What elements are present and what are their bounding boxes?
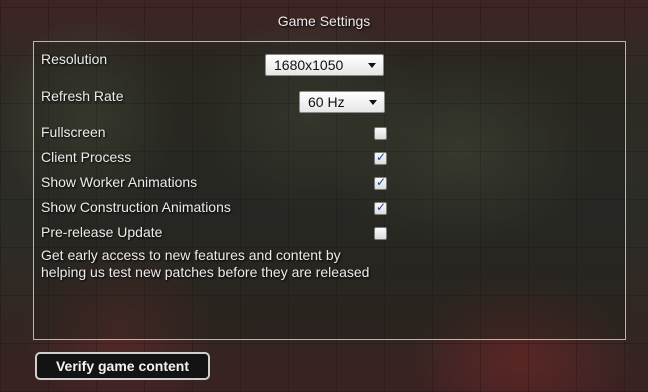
refresh-rate-label: Refresh Rate bbox=[41, 88, 124, 104]
show-construction-animations-checkbox[interactable]: ✓ bbox=[374, 200, 387, 215]
prerelease-update-label: Pre-release Update bbox=[41, 224, 163, 240]
chevron-down-icon bbox=[368, 63, 376, 68]
show-worker-animations-checkbox[interactable]: ✓ bbox=[374, 175, 387, 190]
verify-game-content-button[interactable]: Verify game content bbox=[35, 352, 210, 380]
resolution-value: 1680x1050 bbox=[274, 57, 344, 73]
checkmark-icon: ✓ bbox=[376, 150, 387, 164]
prerelease-description: Get early access to new features and con… bbox=[41, 247, 370, 280]
fullscreen-checkbox[interactable]: ✓ bbox=[374, 127, 387, 140]
client-process-label: Client Process bbox=[41, 149, 132, 165]
chevron-down-icon bbox=[369, 100, 377, 105]
checkmark-icon: ✓ bbox=[376, 175, 387, 189]
resolution-select[interactable]: 1680x1050 bbox=[265, 54, 384, 76]
resolution-label: Resolution bbox=[41, 51, 108, 67]
prerelease-update-checkbox[interactable]: ✓ bbox=[374, 227, 387, 240]
client-process-checkbox[interactable]: ✓ bbox=[374, 150, 387, 165]
settings-panel: Resolution 1680x1050 Refresh Rate 60 Hz … bbox=[33, 41, 626, 340]
show-construction-animations-label: Show Construction Animations bbox=[41, 199, 231, 215]
window-title: Game Settings bbox=[277, 13, 371, 29]
refresh-rate-select[interactable]: 60 Hz bbox=[299, 91, 385, 113]
fullscreen-label: Fullscreen bbox=[41, 124, 106, 140]
checkmark-icon: ✓ bbox=[376, 200, 387, 214]
refresh-rate-value: 60 Hz bbox=[308, 94, 345, 110]
show-worker-animations-label: Show Worker Animations bbox=[41, 174, 198, 190]
